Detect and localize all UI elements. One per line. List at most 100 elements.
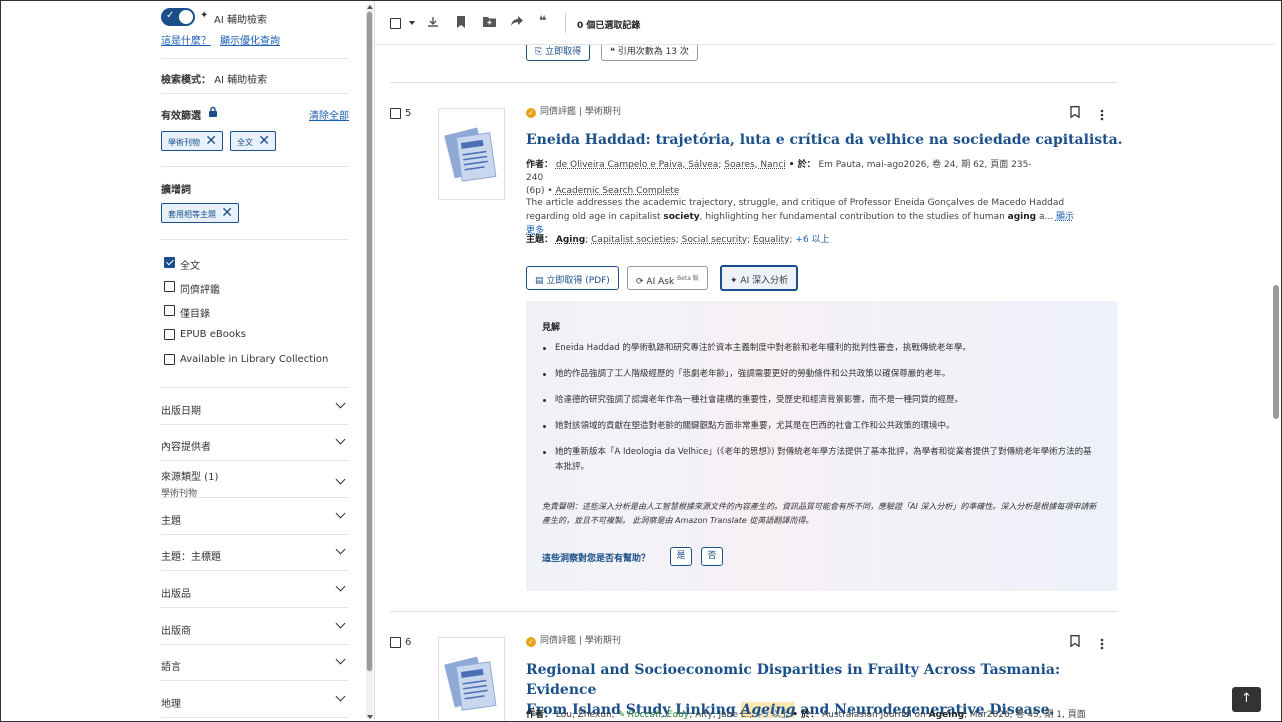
back-to-top-button[interactable]: ↑ xyxy=(1232,687,1261,712)
result-number: 5 xyxy=(405,108,412,119)
divider xyxy=(161,680,348,681)
checkbox-library-collection[interactable] xyxy=(164,354,175,365)
source-highlight: Ageing xyxy=(928,710,965,720)
close-icon[interactable]: ✕ xyxy=(205,133,217,149)
subject-link[interactable]: Equality xyxy=(753,235,789,245)
abstract-highlight: aging xyxy=(1007,212,1037,222)
publication-thumbnail[interactable] xyxy=(438,108,505,200)
document-icon xyxy=(444,656,497,711)
show-optimized-query-link[interactable]: 顯示優化查詢 xyxy=(220,32,280,47)
title-text: Regional and Socioeconomic Disparities i… xyxy=(526,662,1061,698)
document-icon xyxy=(444,127,497,182)
button-label: 引用次數為 13 次 xyxy=(617,47,689,57)
scroll-down-icon[interactable] xyxy=(367,715,373,719)
chip-label: 套用相等主題 xyxy=(168,210,216,219)
subject-link[interactable]: Social security xyxy=(682,235,747,245)
more-options-icon[interactable] xyxy=(1100,638,1104,650)
search-mode-value: AI 輔助檢索 xyxy=(214,75,268,86)
divider xyxy=(161,424,348,425)
divider xyxy=(161,93,348,94)
toggle-knob xyxy=(179,10,193,24)
database-link[interactable]: Academic Search Complete xyxy=(556,186,680,196)
select-all-checkbox[interactable] xyxy=(390,18,401,29)
facet-label: 地理 xyxy=(161,699,181,710)
subject-link[interactable]: Capitalist societies xyxy=(591,235,676,245)
more-authors-link[interactable]: +5 以上 xyxy=(755,710,789,720)
result-checkbox[interactable] xyxy=(390,108,401,119)
yes-button[interactable]: 是 xyxy=(670,547,692,566)
result-divider xyxy=(390,82,1117,83)
more-subjects-link[interactable]: +6 以上 xyxy=(795,235,829,245)
folder-add-icon[interactable] xyxy=(483,16,496,30)
checkbox-label: Available in Library Collection xyxy=(180,354,329,365)
close-icon[interactable]: ✕ xyxy=(258,133,270,149)
facet-geography[interactable]: 地理 xyxy=(161,691,348,710)
scrollbar-thumb[interactable] xyxy=(366,11,373,672)
divider xyxy=(161,570,348,571)
author-highlight[interactable]: ✎ Roccati, Eddy xyxy=(618,710,690,720)
close-icon[interactable]: ✕ xyxy=(221,205,233,221)
bookmark-icon[interactable] xyxy=(1070,106,1080,121)
expander-chip[interactable]: 套用相等主題 ✕ xyxy=(161,203,239,223)
abstract-text: regarding old age in capitalist xyxy=(526,212,664,222)
beta-badge: Beta 版 xyxy=(677,275,699,282)
download-icon[interactable] xyxy=(427,16,439,31)
checkbox-epub[interactable] xyxy=(164,329,175,340)
chevron-down-icon xyxy=(335,581,346,592)
author-link[interactable]: Soares, Nanci xyxy=(724,160,786,170)
filter-chip-fulltext[interactable]: 全文 ✕ xyxy=(230,131,276,151)
bookmark-icon[interactable] xyxy=(1070,635,1080,650)
separator: | xyxy=(578,107,582,117)
facet-publisher[interactable]: 出版商 xyxy=(161,618,348,637)
ai-insights-button[interactable]: ✦ AI 深入分析 xyxy=(720,265,799,291)
insight-item: 她的作品強調了工人階級經歷的「悲劇老年齡」，強調需要更好的勞動條件和公共政策以確… xyxy=(543,367,1100,382)
main-scrollbar[interactable] xyxy=(1272,5,1280,719)
caret-down-icon[interactable] xyxy=(409,21,415,25)
share-icon[interactable] xyxy=(511,16,523,30)
divider xyxy=(161,644,348,645)
facet-publication-date[interactable]: 出版日期 xyxy=(161,398,348,417)
panel-divider xyxy=(374,1,375,721)
get-pdf-button[interactable]: ▤ 立即取得 (PDF) xyxy=(526,266,619,290)
peer-reviewed-line: ✓ 同儕評鑑 | 學術期刊 xyxy=(526,633,621,647)
checkbox-catalog-only[interactable] xyxy=(164,305,175,316)
source-label: • 於： xyxy=(792,710,820,720)
scrollbar-thumb[interactable] xyxy=(1273,285,1279,419)
no-button[interactable]: 否 xyxy=(701,547,723,566)
chevron-down-icon xyxy=(335,434,346,445)
publication-type: 學術期刊 xyxy=(584,107,621,117)
scroll-up-icon[interactable] xyxy=(367,5,373,9)
facet-subject[interactable]: 主題 xyxy=(161,508,348,527)
subject-link[interactable]: Aging xyxy=(556,235,585,245)
result-metadata: 作者： Lou, Zhexun; ✎ Roccati, Eddy; Alty, … xyxy=(526,709,1086,721)
result-checkbox[interactable] xyxy=(390,637,401,648)
button-label: AI 深入分析 xyxy=(740,276,789,286)
facet-source-type[interactable]: 來源類型 (1) 學術刊物 xyxy=(161,468,348,499)
facet-publication[interactable]: 出版品 xyxy=(161,581,348,600)
cite-icon[interactable]: ❝ xyxy=(539,14,547,29)
facet-content-provider[interactable]: 內容提供者 xyxy=(161,434,348,453)
author-label: 作者： xyxy=(526,160,554,170)
result-divider xyxy=(390,611,1117,612)
filter-chip-scholarly[interactable]: 學術刊物 ✕ xyxy=(161,131,223,151)
ai-ask-button[interactable]: ⟳ AI Ask Beta 版 xyxy=(627,266,708,290)
author-link[interactable]: de Oliveira Campelo e Paiva, Sálvea xyxy=(556,160,718,170)
result-title[interactable]: Eneida Haddad: trajetória, luta e crític… xyxy=(526,130,1123,150)
helpful-question: 這些洞察對您是否有幫助？ xyxy=(542,554,651,564)
result-number: 6 xyxy=(405,637,412,648)
clear-all-link[interactable]: 清除全部 xyxy=(309,107,349,122)
page-count: (6p) • xyxy=(526,186,553,196)
more-options-icon[interactable] xyxy=(1100,109,1104,121)
insights-list: Eneida Haddad 的學術軌跡和研究專注於資本主義制度中對老齡和老年權利… xyxy=(543,341,1100,486)
facet-language[interactable]: 語言 xyxy=(161,654,348,673)
checkbox-fulltext[interactable] xyxy=(164,257,175,268)
what-is-this-link[interactable]: 這是什麼？ xyxy=(161,32,211,47)
bookmark-icon[interactable] xyxy=(456,16,466,31)
ai-search-toggle[interactable]: ✓ xyxy=(161,8,195,26)
author-label: 作者： xyxy=(526,710,554,720)
checkbox-peer-reviewed[interactable] xyxy=(164,281,175,292)
publication-thumbnail[interactable] xyxy=(438,637,505,721)
sidebar-scrollbar[interactable] xyxy=(366,5,373,719)
facet-subject-major[interactable]: 主題：主標題 xyxy=(161,544,348,563)
check-badge-icon: ✓ xyxy=(526,108,536,118)
